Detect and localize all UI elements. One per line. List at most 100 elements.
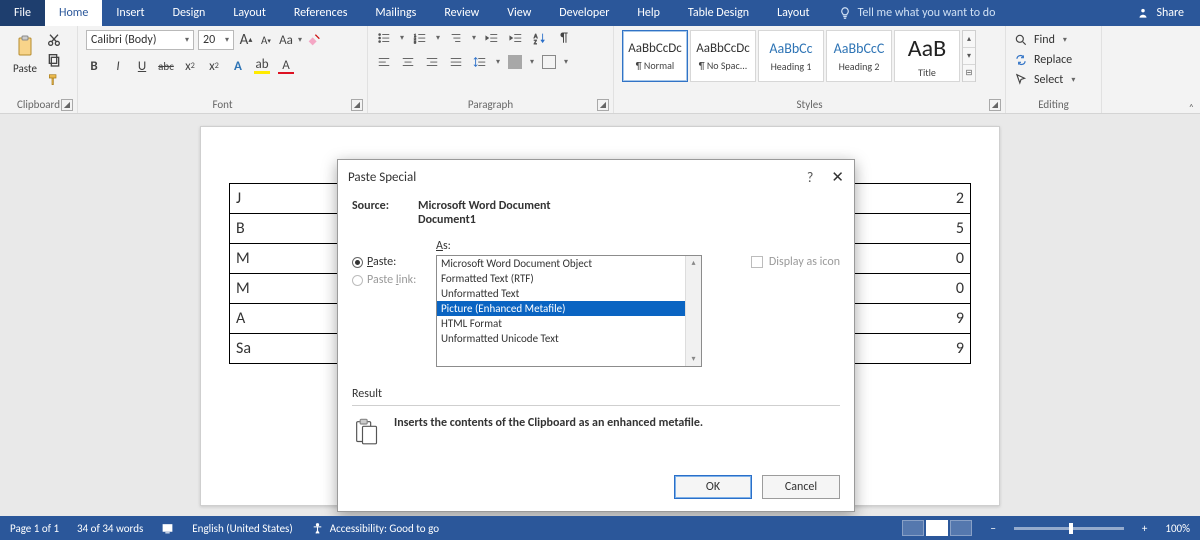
paste-radio[interactable]: Paste:: [352, 255, 424, 269]
status-language[interactable]: English (United States): [192, 522, 292, 535]
borders-icon[interactable]: [542, 55, 556, 69]
font-launcher[interactable]: ◢: [351, 99, 363, 111]
zoom-out-icon[interactable]: −: [990, 522, 995, 535]
style-heading-2[interactable]: AaBbCcCHeading 2: [826, 30, 892, 82]
tab-design[interactable]: Design: [159, 0, 220, 26]
font-size-combo[interactable]: 20▾: [198, 30, 234, 50]
source-label: Source:: [352, 199, 408, 227]
styles-more[interactable]: ▴▾⊟: [962, 30, 976, 82]
grow-font-icon[interactable]: A▴: [238, 32, 254, 48]
spellcheck-icon[interactable]: [161, 522, 174, 535]
tab-references[interactable]: References: [280, 0, 362, 26]
multilevel-icon[interactable]: [448, 30, 464, 46]
text-effects-button[interactable]: A: [230, 58, 246, 74]
replace-button[interactable]: Replace: [1014, 50, 1093, 70]
style--no-spac-[interactable]: AaBbCcDc¶ No Spac...: [690, 30, 756, 82]
tab-help[interactable]: Help: [623, 0, 674, 26]
change-case-icon[interactable]: Aa: [278, 32, 294, 48]
as-option[interactable]: Microsoft Word Document Object: [437, 256, 701, 271]
as-option[interactable]: Unformatted Text: [437, 286, 701, 301]
zoom-in-icon[interactable]: +: [1142, 522, 1147, 535]
tab-layout[interactable]: Layout: [219, 0, 280, 26]
align-left-icon[interactable]: [376, 54, 392, 70]
lightbulb-icon: [838, 6, 852, 20]
collapse-ribbon-icon[interactable]: ˄: [1189, 101, 1194, 114]
paste-link-radio: Paste link:: [352, 273, 424, 287]
find-button[interactable]: Find▾: [1014, 30, 1093, 50]
select-button[interactable]: Select▾: [1014, 70, 1093, 90]
style--normal[interactable]: AaBbCcDc¶ Normal: [622, 30, 688, 82]
shrink-font-icon[interactable]: A▾: [258, 32, 274, 48]
italic-button[interactable]: I: [110, 58, 126, 74]
status-accessibility[interactable]: Accessibility: Good to go: [311, 522, 439, 535]
shading-icon[interactable]: [508, 55, 522, 69]
tab-table-layout[interactable]: Layout: [763, 0, 824, 26]
as-listbox[interactable]: Microsoft Word Document ObjectFormatted …: [436, 255, 702, 367]
style-title[interactable]: AaBTitle: [894, 30, 960, 82]
help-icon[interactable]: ?: [807, 169, 814, 186]
status-page[interactable]: Page 1 of 1: [10, 522, 59, 535]
find-icon: [1014, 33, 1028, 47]
clipboard-launcher[interactable]: ◢: [61, 99, 73, 111]
decrease-indent-icon[interactable]: [484, 30, 500, 46]
as-option[interactable]: HTML Format: [437, 316, 701, 331]
as-option[interactable]: Picture (Enhanced Metafile): [437, 301, 701, 316]
style-heading-1[interactable]: AaBbCcHeading 1: [758, 30, 824, 82]
listbox-scrollbar[interactable]: ▴▾: [685, 256, 701, 366]
align-center-icon[interactable]: [400, 54, 416, 70]
styles-launcher[interactable]: ◢: [989, 99, 1001, 111]
tab-file[interactable]: File: [0, 0, 45, 26]
close-icon[interactable]: ✕: [831, 168, 844, 187]
share-button[interactable]: Share: [1136, 6, 1184, 20]
radio-off-icon: [352, 275, 363, 286]
cancel-button[interactable]: Cancel: [762, 475, 840, 499]
tab-insert[interactable]: Insert: [102, 0, 158, 26]
superscript-button[interactable]: x2: [206, 58, 222, 74]
tab-mailings[interactable]: Mailings: [361, 0, 430, 26]
dialog-title: Paste Special: [348, 170, 416, 185]
tab-review[interactable]: Review: [430, 0, 493, 26]
display-as-icon-checkbox: Display as icon: [751, 255, 840, 269]
as-option[interactable]: Formatted Text (RTF): [437, 271, 701, 286]
align-right-icon[interactable]: [424, 54, 440, 70]
increase-indent-icon[interactable]: [508, 30, 524, 46]
font-name-combo[interactable]: Calibri (Body)▾: [86, 30, 194, 50]
status-zoom[interactable]: 100%: [1165, 522, 1190, 535]
ok-button[interactable]: OK: [674, 475, 752, 499]
bold-button[interactable]: B: [86, 58, 102, 74]
svg-text:3: 3: [414, 40, 417, 45]
cut-icon[interactable]: [46, 32, 62, 48]
tab-table-design[interactable]: Table Design: [674, 0, 763, 26]
justify-icon[interactable]: [448, 54, 464, 70]
font-color-button[interactable]: A: [278, 58, 294, 74]
tab-home[interactable]: Home: [45, 0, 102, 26]
format-painter-icon[interactable]: [46, 72, 62, 88]
subscript-button[interactable]: x2: [182, 58, 198, 74]
tell-me-search[interactable]: Tell me what you want to do: [838, 6, 1137, 20]
status-words[interactable]: 34 of 34 words: [77, 522, 143, 535]
group-styles: AaBbCcDc¶ NormalAaBbCcDc¶ No Spac...AaBb…: [614, 26, 1006, 113]
show-marks-icon[interactable]: ¶: [556, 30, 572, 46]
highlight-button[interactable]: ab: [254, 58, 270, 74]
zoom-slider[interactable]: [1014, 527, 1124, 530]
underline-button[interactable]: U: [134, 58, 150, 74]
paragraph-launcher[interactable]: ◢: [597, 99, 609, 111]
paste-button[interactable]: Paste: [8, 30, 42, 84]
web-layout-icon[interactable]: [950, 520, 972, 536]
tab-developer[interactable]: Developer: [545, 0, 623, 26]
clear-format-icon[interactable]: [306, 32, 322, 48]
bullets-icon[interactable]: [376, 30, 392, 46]
line-spacing-icon[interactable]: [472, 54, 488, 70]
group-label-editing: Editing: [1006, 98, 1101, 111]
tab-view[interactable]: View: [493, 0, 545, 26]
strike-button[interactable]: abc: [158, 58, 174, 74]
print-layout-icon[interactable]: [926, 520, 948, 536]
view-buttons[interactable]: [902, 520, 972, 536]
read-mode-icon[interactable]: [902, 520, 924, 536]
tell-me-text: Tell me what you want to do: [858, 6, 996, 20]
numbering-icon[interactable]: 123: [412, 30, 428, 46]
copy-icon[interactable]: [46, 52, 62, 68]
as-option[interactable]: Unformatted Unicode Text: [437, 331, 701, 346]
sort-icon[interactable]: AZ: [532, 30, 548, 46]
group-clipboard: Paste Clipboard ◢: [0, 26, 78, 113]
